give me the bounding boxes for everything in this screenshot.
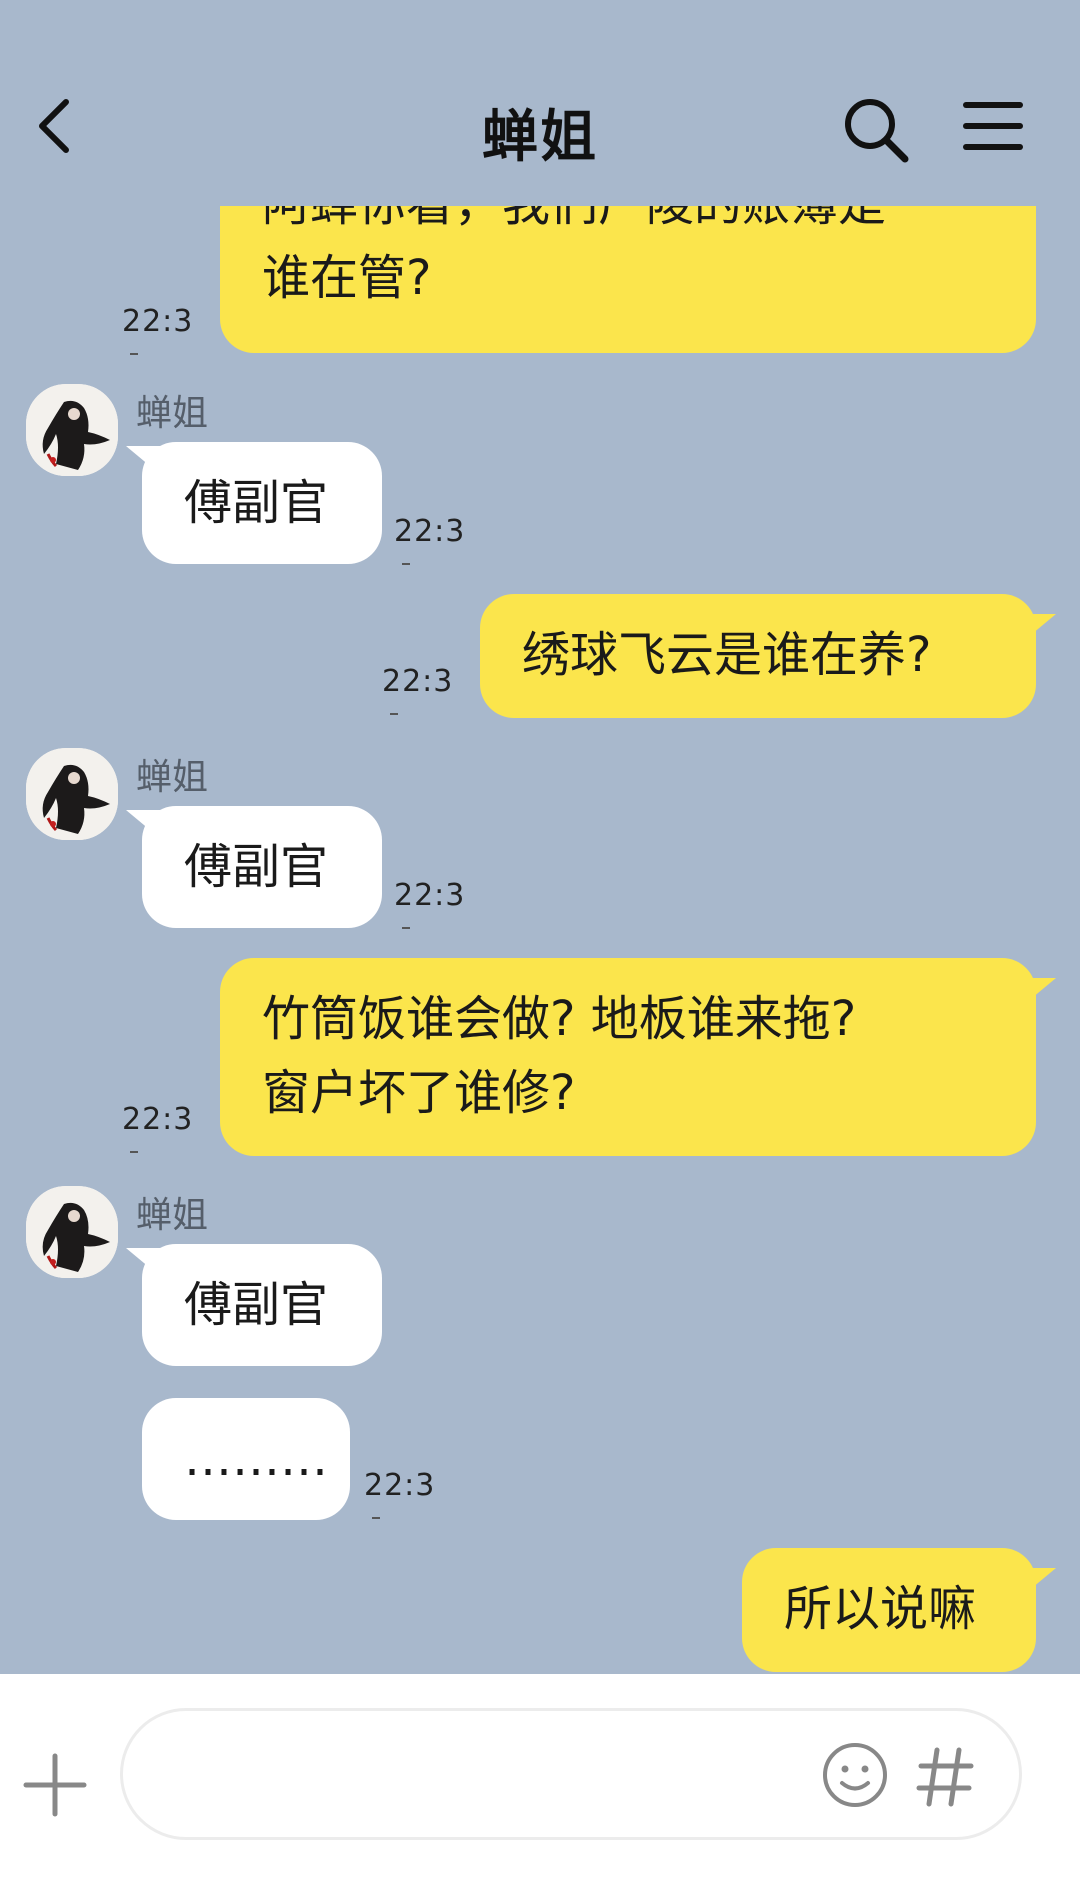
message-text: 所以说嘛 [784,1581,977,1637]
time-underline [402,927,410,929]
message-bubble-incoming[interactable]: ……… [142,1398,350,1520]
search-button[interactable] [838,92,914,168]
chat-header: 蝉姐 [0,0,1080,206]
message-input-bar [0,1674,1080,1901]
plus-icon [23,1753,87,1817]
message-list[interactable]: 阿蝉你看，我们广陵的账簿是 谁在管? 22:3 蝉姐 傅副官 22:3 绣球飞云… [0,206,1080,1674]
chat-screen: 蝉姐 阿蝉你看，我们广陵的账簿是 谁在管? 22:3 [0,0,1080,1901]
message-bubble-outgoing[interactable]: 绣球飞云是谁在养? [480,594,1036,718]
menu-icon [963,102,1023,150]
menu-button[interactable] [958,96,1028,156]
emoji-icon [823,1743,887,1807]
avatar[interactable] [26,748,118,840]
message-time: 22:3 [394,878,466,913]
time-underline [130,353,138,355]
avatar-image [26,384,118,476]
chat-title: 蝉姐 [482,105,598,170]
message-text: 绣球飞云是谁在养? [522,627,932,683]
emoji-button[interactable] [820,1740,890,1810]
attach-button[interactable] [22,1752,88,1818]
message-text-line: 窗户坏了谁修? [262,1065,576,1121]
message-bubble-outgoing[interactable]: 竹筒饭谁会做? 地板谁来拖? 窗户坏了谁修? [220,958,1036,1156]
avatar-image [26,748,118,840]
avatar[interactable] [26,384,118,476]
message-bubble-incoming[interactable]: 傅副官 [142,442,382,564]
message-time: 22:3 [382,664,454,699]
sender-name: 蝉姐 [136,757,209,798]
message-text: 傅副官 [184,839,329,895]
message-text: ……… [184,1431,328,1487]
hashtag-button[interactable] [915,1744,975,1810]
message-text-line: 阿蝉你看，我们广陵的账簿是 [262,206,996,241]
time-underline [390,713,398,715]
time-underline [372,1517,380,1519]
message-text: 傅副官 [184,1277,329,1333]
message-time: 22:3 [394,514,466,549]
message-bubble-outgoing[interactable]: 阿蝉你看，我们广陵的账簿是 谁在管? [220,206,1036,353]
message-bubble-incoming[interactable]: 傅副官 [142,806,382,928]
message-text: 傅副官 [184,475,329,531]
message-time: 22:3 [122,1102,194,1137]
sender-name: 蝉姐 [136,393,209,434]
time-underline [130,1151,138,1153]
message-time: 22:3 [364,1468,436,1503]
sender-name: 蝉姐 [136,1195,209,1236]
avatar[interactable] [26,1186,118,1278]
message-time: 22:3 [122,304,194,339]
search-icon [845,99,909,163]
message-bubble-incoming[interactable]: 傅副官 [142,1244,382,1366]
hashtag-icon [916,1747,974,1807]
time-underline [402,563,410,565]
message-text-line: 竹筒饭谁会做? 地板谁来拖? [262,991,857,1047]
message-bubble-outgoing[interactable]: 所以说嘛 [742,1548,1036,1672]
message-text-line: 谁在管? [262,250,432,306]
avatar-image [26,1186,118,1278]
